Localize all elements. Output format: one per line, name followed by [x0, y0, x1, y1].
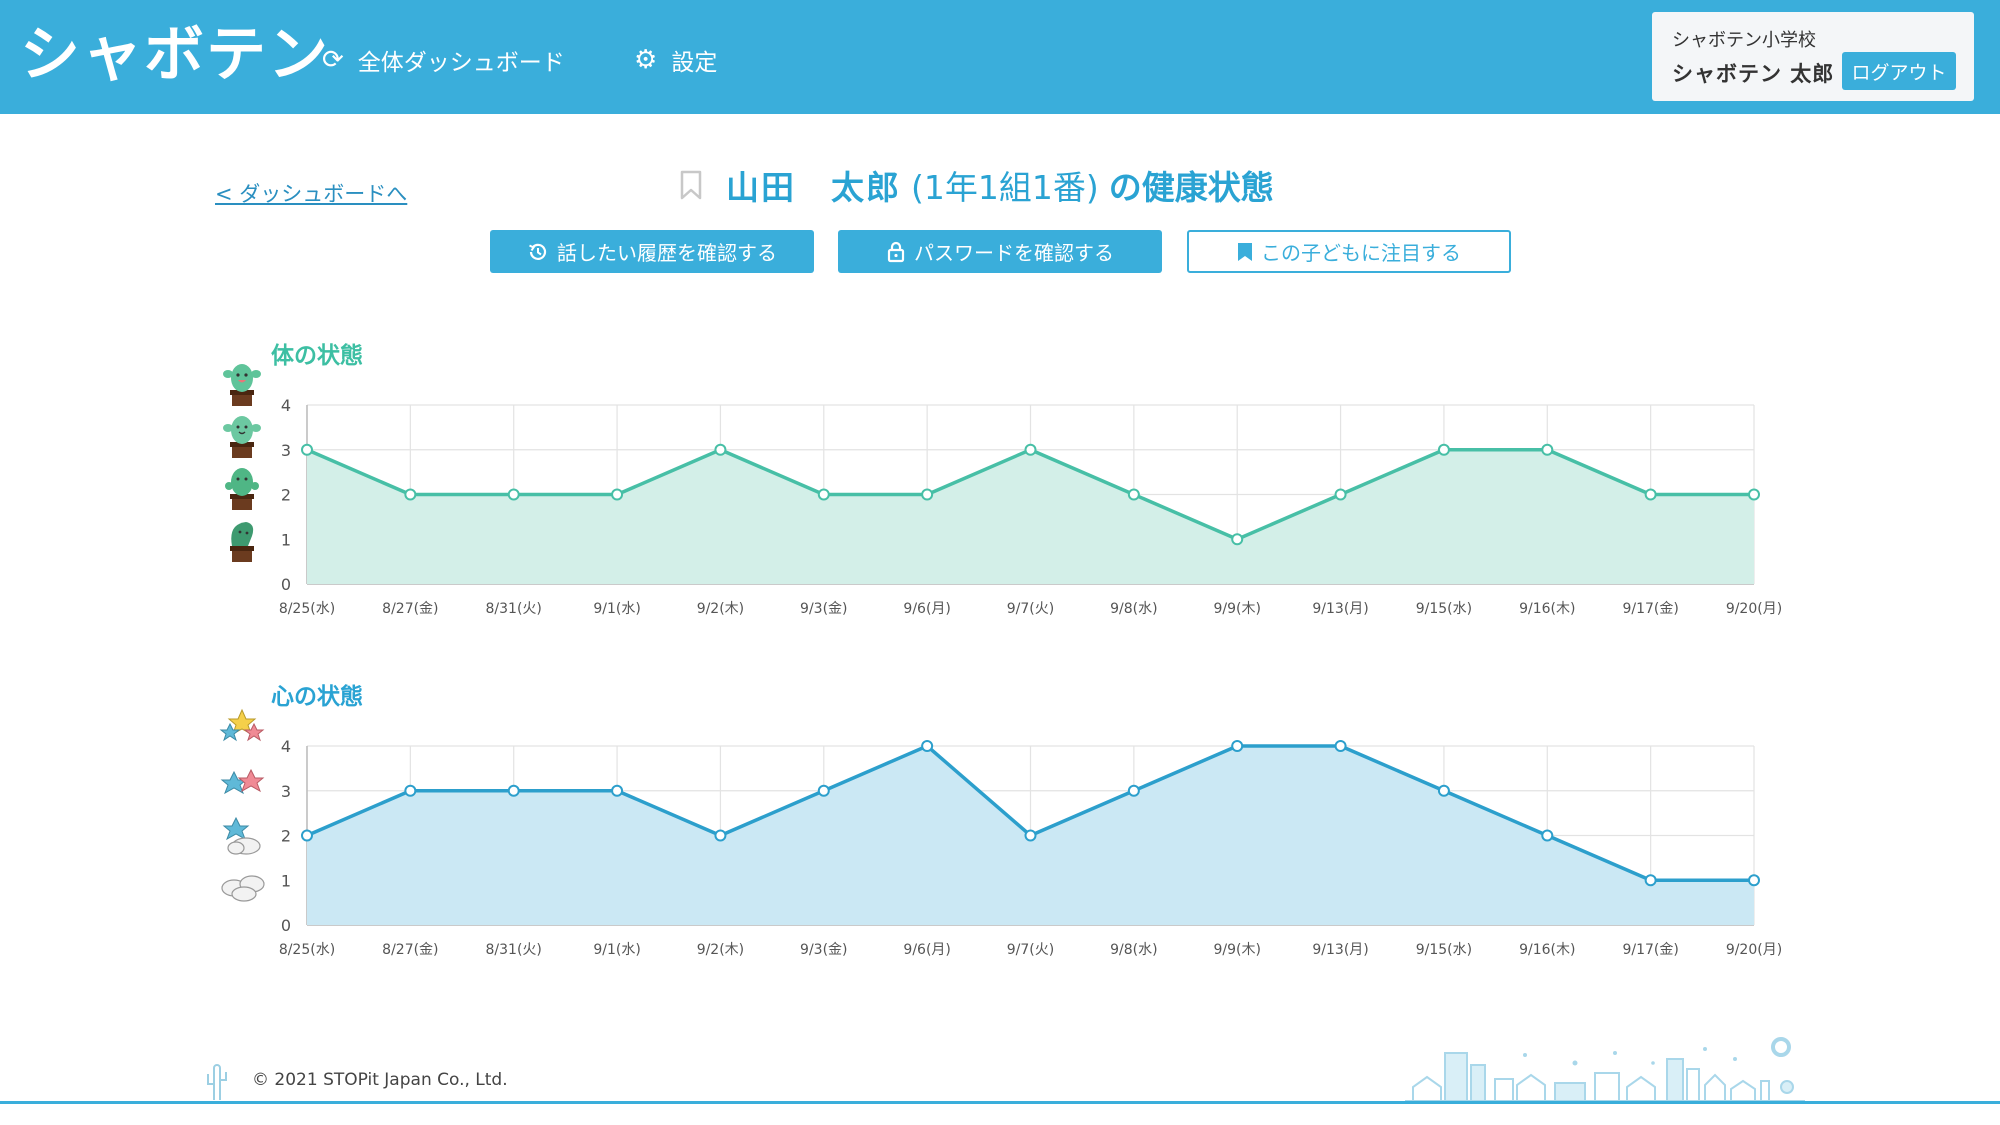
x-tick-label: 9/2(木)	[697, 942, 744, 958]
x-tick-label: 9/9(木)	[1213, 601, 1260, 617]
copyright-text: © 2021 STOPit Japan Co., Ltd.	[252, 1070, 508, 1090]
x-tick-label: 9/7(火)	[1007, 942, 1054, 958]
x-tick-label: 9/13(月)	[1312, 942, 1368, 958]
body-level-icons	[223, 364, 261, 562]
x-tick-label: 8/27(金)	[382, 601, 438, 617]
data-point	[1127, 488, 1140, 501]
data-point	[1541, 829, 1554, 842]
data-point	[507, 488, 520, 501]
data-point	[1748, 874, 1760, 887]
y-tick-label: 2	[281, 827, 291, 846]
x-tick-label: 9/6(月)	[903, 942, 950, 958]
x-tick-label: 8/31(火)	[486, 601, 542, 617]
data-point	[1231, 533, 1244, 546]
data-point	[1644, 488, 1657, 501]
y-tick-label: 3	[281, 782, 291, 801]
data-point	[1127, 784, 1140, 797]
y-tick-label: 4	[281, 737, 291, 756]
city-skyline-illustration	[1405, 1037, 1805, 1102]
cactus-neutral-icon	[225, 468, 259, 510]
x-tick-label: 9/1(水)	[593, 942, 640, 958]
x-tick-label: 9/20(月)	[1726, 942, 1782, 958]
cactus-happy-icon	[223, 364, 261, 406]
series-area	[307, 449, 1754, 584]
data-point	[1024, 829, 1037, 842]
data-point	[1644, 874, 1657, 887]
x-tick-label: 9/2(木)	[697, 601, 744, 617]
charts-canvas: 0 1 2 3 4 8/25(水) 8/27(金) 8/31(火) 9/1(水) 9/2(木) 9/…	[219, 364, 1782, 958]
x-tick-label: 9/7(火)	[1007, 601, 1054, 617]
body-condition-chart: 0 1 2 3 4 8/25(水) 8/27(金) 8/31(火) 9/1(水) 9/2(木) 9/…	[279, 396, 1782, 617]
x-tick-label: 8/25(水)	[279, 942, 335, 958]
data-point	[921, 488, 934, 501]
y-tick-label: 1	[281, 871, 291, 890]
x-tick-label: 8/25(水)	[279, 601, 335, 617]
y-tick-label: 1	[281, 530, 291, 549]
x-tick-label: 8/27(金)	[382, 942, 438, 958]
data-point	[301, 443, 313, 456]
mind-condition-chart: 0 1 2 3 4 8/25(水) 8/27(金) 8/31(火) 9/1(水) 9/2(木) 9/…	[279, 737, 1782, 958]
two-stars-icon	[220, 768, 265, 795]
cactus-smile-icon	[223, 416, 261, 458]
x-tick-label: 9/17(金)	[1622, 942, 1678, 958]
x-tick-label: 9/15(水)	[1416, 601, 1472, 617]
y-tick-label: 2	[281, 486, 291, 505]
data-point	[714, 443, 727, 456]
y-tick-label: 3	[281, 441, 291, 460]
data-point	[1231, 740, 1244, 752]
y-tick-label: 0	[281, 916, 291, 935]
x-tick-label: 9/8(水)	[1110, 942, 1157, 958]
x-tick-label: 9/9(木)	[1213, 942, 1260, 958]
data-point	[1334, 488, 1347, 501]
data-point	[1541, 443, 1554, 456]
data-point	[714, 829, 727, 842]
footer-cactus-icon	[207, 1064, 227, 1100]
x-tick-label: 9/3(金)	[800, 601, 847, 617]
data-point	[1334, 740, 1347, 752]
data-point	[817, 784, 830, 797]
y-tick-label: 4	[281, 396, 291, 415]
data-point	[404, 488, 417, 501]
data-point	[921, 740, 934, 752]
x-tick-label: 9/20(月)	[1726, 601, 1782, 617]
x-tick-label: 9/17(金)	[1622, 601, 1678, 617]
x-tick-label: 9/1(水)	[593, 601, 640, 617]
data-point	[1437, 784, 1450, 797]
mind-level-icons	[219, 708, 265, 902]
star-cloud-icon	[222, 816, 261, 855]
data-point	[611, 488, 624, 501]
x-tick-label: 9/16(木)	[1519, 601, 1575, 617]
data-point	[1437, 443, 1450, 456]
three-stars-icon	[219, 708, 265, 742]
data-point	[507, 784, 520, 797]
x-tick-label: 8/31(火)	[486, 942, 542, 958]
clouds-icon	[221, 875, 265, 902]
x-tick-label: 9/8(水)	[1110, 601, 1157, 617]
footer-divider	[0, 1101, 2000, 1104]
cactus-droop-icon	[230, 522, 254, 562]
data-point	[404, 784, 417, 797]
data-point	[1024, 443, 1037, 456]
x-tick-label: 9/3(金)	[800, 942, 847, 958]
x-tick-label: 9/13(月)	[1312, 601, 1368, 617]
x-tick-label: 9/15(水)	[1416, 942, 1472, 958]
data-point	[817, 488, 830, 501]
x-tick-label: 9/16(木)	[1519, 942, 1575, 958]
data-point	[301, 829, 313, 842]
y-tick-label: 0	[281, 575, 291, 594]
x-tick-label: 9/6(月)	[903, 601, 950, 617]
data-point	[611, 784, 624, 797]
data-point	[1748, 488, 1760, 501]
